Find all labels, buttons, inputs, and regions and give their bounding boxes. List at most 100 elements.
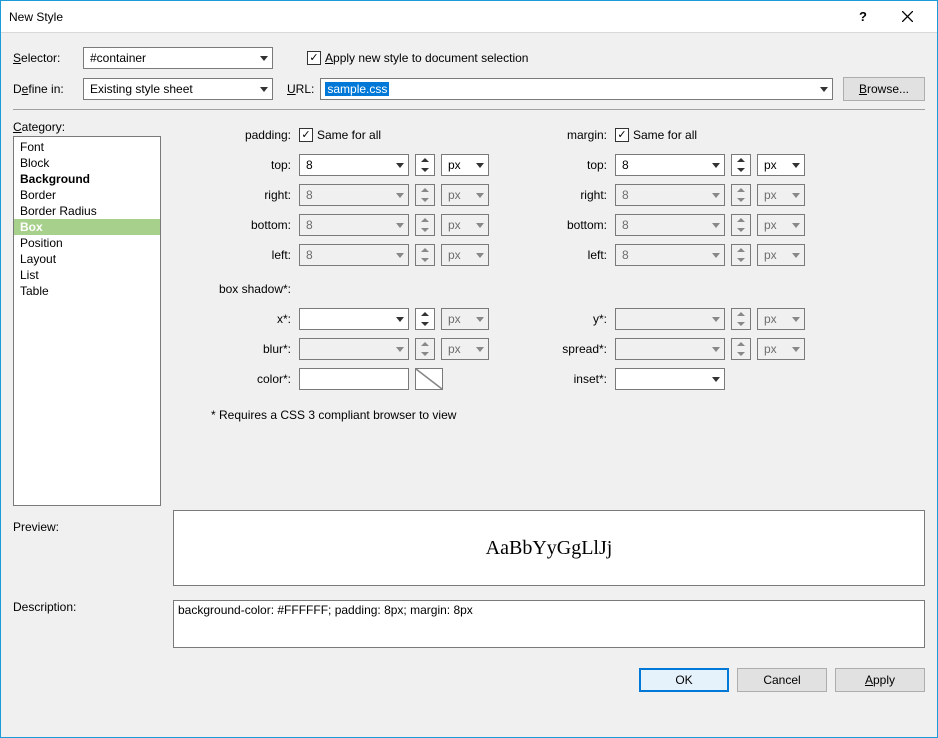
margin-value-combo: 8 — [615, 244, 725, 266]
spinner-up-icon — [732, 339, 750, 349]
cancel-button[interactable]: Cancel — [737, 668, 827, 692]
shadow-value-combo — [615, 338, 725, 360]
shadow-value-combo — [615, 308, 725, 330]
window-title: New Style — [9, 10, 841, 24]
padding-group: padding: ✓ Same for all top:8pxright:8px… — [197, 120, 489, 394]
spinner-down-icon — [732, 349, 750, 359]
chevron-down-icon — [260, 56, 268, 61]
shadow-unit-combo: px — [757, 338, 805, 360]
padding-value-combo[interactable]: 8 — [299, 154, 409, 176]
margin-spinner — [731, 184, 751, 206]
shadow-inset-combo[interactable] — [615, 368, 725, 390]
close-button[interactable] — [885, 2, 929, 32]
spinner-up-icon — [732, 185, 750, 195]
padding-spinner — [415, 244, 435, 266]
margin-unit-combo: px — [757, 184, 805, 206]
preview-label: Preview: — [13, 520, 161, 534]
padding-value-combo: 8 — [299, 244, 409, 266]
browse-button[interactable]: Browse... — [843, 77, 925, 101]
margin-label: top: — [513, 158, 609, 172]
chevron-down-icon — [792, 163, 800, 168]
category-item[interactable]: Border — [14, 187, 160, 203]
spinner-up-icon — [732, 155, 750, 165]
padding-spinner[interactable] — [415, 154, 435, 176]
margin-spinner — [731, 244, 751, 266]
apply-button[interactable]: Apply — [835, 668, 925, 692]
chevron-down-icon — [820, 87, 828, 92]
padding-unit-combo: px — [441, 244, 489, 266]
margin-spinner[interactable] — [731, 154, 751, 176]
spinner-down-icon — [732, 225, 750, 235]
checkbox-icon: ✓ — [615, 128, 629, 142]
margin-value-combo[interactable]: 8 — [615, 154, 725, 176]
padding-value-combo: 8 — [299, 214, 409, 236]
margin-same-for-all-checkbox[interactable]: ✓ Same for all — [615, 128, 697, 142]
shadow-label: y*: — [513, 312, 609, 326]
chevron-down-icon — [396, 253, 404, 258]
category-item[interactable]: Background — [14, 171, 160, 187]
shadow-spinner[interactable] — [415, 308, 435, 330]
spinner-up-icon — [732, 309, 750, 319]
category-item[interactable]: Position — [14, 235, 160, 251]
dialog-buttons: OK Cancel Apply — [1, 658, 937, 704]
category-list[interactable]: FontBlockBackgroundBorderBorder RadiusBo… — [13, 136, 161, 506]
help-button[interactable]: ? — [841, 2, 885, 32]
chevron-down-icon — [396, 347, 404, 352]
shadow-value-combo — [299, 338, 409, 360]
shadow-color-combo[interactable] — [299, 368, 409, 390]
spinner-up-icon — [416, 215, 434, 225]
chevron-down-icon — [712, 193, 720, 198]
url-combo[interactable]: sample.css — [320, 78, 833, 100]
color-label: color*: — [197, 372, 293, 386]
category-item[interactable]: Table — [14, 283, 160, 299]
chevron-down-icon — [792, 193, 800, 198]
category-item[interactable]: Block — [14, 155, 160, 171]
spinner-down-icon — [732, 255, 750, 265]
checkbox-icon: ✓ — [307, 51, 321, 65]
spinner-down-icon — [416, 349, 434, 359]
shadow-unit-combo: px — [441, 308, 489, 330]
padding-label: left: — [197, 248, 293, 262]
description-label: Description: — [13, 600, 161, 614]
padding-label: bottom: — [197, 218, 293, 232]
padding-unit-combo: px — [441, 214, 489, 236]
category-item[interactable]: Border Radius — [14, 203, 160, 219]
chevron-down-icon — [712, 347, 720, 352]
selector-combo[interactable]: #container — [83, 47, 273, 69]
ok-button[interactable]: OK — [639, 668, 729, 692]
define-in-combo[interactable]: Existing style sheet — [83, 78, 273, 100]
close-icon — [902, 11, 913, 22]
chevron-down-icon — [712, 163, 720, 168]
margin-unit-combo: px — [757, 244, 805, 266]
shadow-value-combo[interactable] — [299, 308, 409, 330]
separator — [13, 109, 925, 110]
padding-value-combo: 8 — [299, 184, 409, 206]
apply-to-selection-checkbox[interactable]: ✓ Apply new style to document selection — [307, 51, 528, 65]
spinner-down-icon — [416, 195, 434, 205]
category-item[interactable]: Font — [14, 139, 160, 155]
chevron-down-icon — [712, 253, 720, 258]
preview-text: AaBbYyGgLlJj — [486, 537, 613, 560]
spinner-up-icon — [416, 309, 434, 319]
chevron-down-icon — [792, 253, 800, 258]
inset-label: inset*: — [513, 372, 609, 386]
chevron-down-icon — [476, 193, 484, 198]
spinner-up-icon — [732, 245, 750, 255]
css3-footnote: * Requires a CSS 3 compliant browser to … — [211, 408, 925, 422]
padding-same-for-all-checkbox[interactable]: ✓ Same for all — [299, 128, 381, 142]
category-item[interactable]: Box — [14, 219, 160, 235]
margin-label: margin: — [513, 128, 609, 142]
padding-spinner — [415, 184, 435, 206]
margin-label: left: — [513, 248, 609, 262]
url-label: URL: — [287, 82, 314, 96]
category-item[interactable]: Layout — [14, 251, 160, 267]
chevron-down-icon — [792, 223, 800, 228]
spinner-up-icon — [416, 245, 434, 255]
chevron-down-icon — [396, 163, 404, 168]
define-in-label: Define in: — [13, 82, 77, 96]
padding-unit-combo[interactable]: px — [441, 154, 489, 176]
category-item[interactable]: List — [14, 267, 160, 283]
description-box: background-color: #FFFFFF; padding: 8px;… — [173, 600, 925, 648]
margin-unit-combo[interactable]: px — [757, 154, 805, 176]
spinner-up-icon — [416, 185, 434, 195]
